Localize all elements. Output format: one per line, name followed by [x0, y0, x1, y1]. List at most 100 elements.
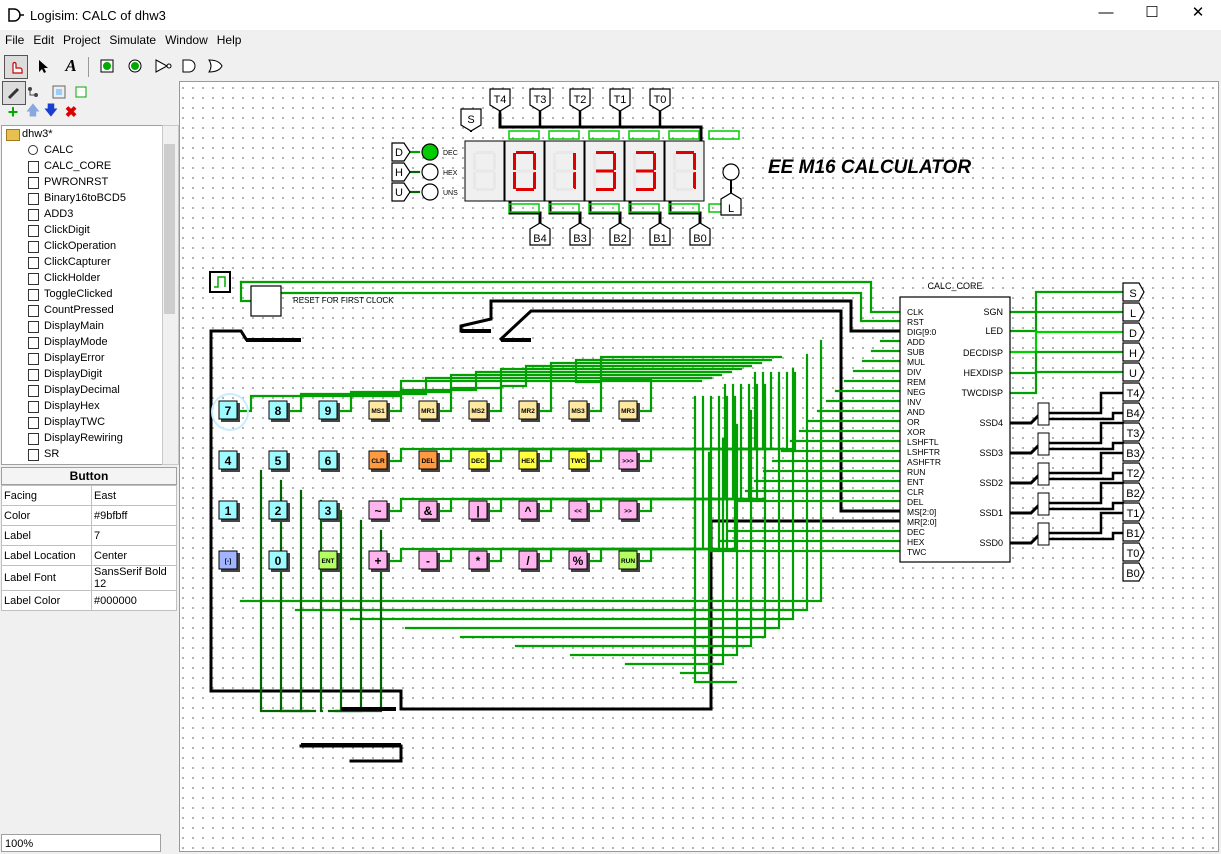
menu-simulate[interactable]: Simulate	[104, 31, 160, 47]
pwronrst-component	[250, 285, 282, 317]
edit-appearance-icon[interactable]	[70, 81, 92, 103]
clock-component[interactable]	[209, 271, 231, 293]
core-input-label: DIV	[907, 367, 922, 377]
tree-item-calc[interactable]: CALC	[2, 142, 163, 158]
tree-item-displaydigit[interactable]: DisplayDigit	[2, 366, 163, 382]
splitter	[501, 338, 531, 342]
pin-label: S	[467, 114, 474, 126]
segment	[636, 151, 654, 154]
pin-label: U	[395, 187, 403, 199]
tree-item-sr[interactable]: SR	[2, 446, 163, 462]
attributes-table: Facing East Color #9bfbff Label 7 Label Locati…	[1, 485, 177, 611]
seven-segment-display	[584, 140, 625, 202]
wire	[1009, 470, 1044, 485]
and-gate-icon[interactable]	[178, 55, 200, 77]
keypad-button-label: TWC	[571, 458, 586, 465]
tree-item-add3[interactable]: ADD3	[2, 206, 163, 222]
not-gate-icon[interactable]	[152, 55, 174, 77]
segment	[676, 188, 694, 191]
led-indicator	[722, 163, 740, 181]
tree-item-displaytwc[interactable]: DisplayTWC	[2, 414, 163, 430]
menu-edit[interactable]: Edit	[28, 31, 58, 47]
tree-item-clickoperation[interactable]: ClickOperation	[2, 238, 163, 254]
circuit-drawing[interactable]: EE M16 CALCULATOR RESET FOR FIRST CLOCK T4…	[180, 82, 1219, 852]
close-button[interactable]: ✕	[1175, 0, 1221, 28]
wire	[1009, 310, 1131, 333]
wire	[1009, 290, 1131, 314]
delete-circuit-icon[interactable]: ✖	[60, 101, 82, 123]
keypad-button-label: RUN	[621, 558, 635, 565]
wire-stub	[548, 130, 580, 140]
circuit-canvas[interactable]: EE M16 CALCULATOR RESET FOR FIRST CLOCK T4…	[179, 81, 1219, 852]
attribute-value[interactable]: #000000	[91, 590, 177, 611]
pin-label: S	[1129, 288, 1136, 300]
menu-project[interactable]: Project	[58, 31, 104, 47]
keypad-button-label: 8	[275, 404, 282, 418]
text-tool-icon[interactable]: A	[60, 55, 82, 77]
add-circuit-icon[interactable]: +	[2, 101, 24, 123]
core-output-label: SSD1	[979, 508, 1003, 518]
attribute-row[interactable]: Facing East	[1, 485, 177, 506]
core-output-label: SSD4	[979, 418, 1003, 428]
pin-label: T3	[1127, 428, 1140, 440]
output-pin-icon[interactable]	[124, 55, 146, 77]
segment	[676, 169, 694, 173]
menu-file[interactable]: File	[0, 31, 28, 47]
keypad-button-label: *	[476, 554, 481, 568]
attribute-value[interactable]: 7	[91, 525, 177, 546]
move-down-icon[interactable]: 🡇	[40, 101, 62, 123]
tree-item-displayrewiring[interactable]: DisplayRewiring	[2, 430, 163, 446]
tree-item-displaymain[interactable]: DisplayMain	[2, 318, 163, 334]
core-input-label: OR	[907, 417, 920, 427]
tree-item-clickcapturer[interactable]: ClickCapturer	[2, 254, 163, 270]
input-pin-icon[interactable]	[96, 55, 118, 77]
tree-scrollbar[interactable]	[162, 125, 179, 465]
tree-item-displaydecimal[interactable]: DisplayDecimal	[2, 382, 163, 398]
keypad-button-label: HEX	[521, 458, 535, 465]
attribute-value[interactable]: #9bfbff	[91, 505, 177, 526]
tree-item-displayerror[interactable]: DisplayError	[2, 350, 163, 366]
attribute-row[interactable]: Label Font SansSerif Bold 12	[1, 565, 177, 591]
maximize-button[interactable]: ☐	[1129, 0, 1175, 28]
keypad-button-label: MS2	[471, 408, 485, 415]
tree-item-clickdigit[interactable]: ClickDigit	[2, 222, 163, 238]
or-gate-icon[interactable]	[204, 55, 226, 77]
attribute-row[interactable]: Label Location Center	[1, 545, 177, 566]
tree-item-binary16tobcd5[interactable]: Binary16toBCD5	[2, 190, 163, 206]
tree-item-clickholder[interactable]: ClickHolder	[2, 270, 163, 286]
pin-label: B2	[1126, 488, 1139, 500]
tree-item-countpressed[interactable]: CountPressed	[2, 302, 163, 318]
minimize-button[interactable]: —	[1083, 0, 1129, 28]
circuit-icon	[28, 225, 39, 237]
segment	[473, 172, 476, 189]
menu-bar: File Edit Project Simulate Window Help	[0, 31, 1221, 51]
wire	[1009, 370, 1131, 395]
attribute-row[interactable]: Color #9bfbff	[1, 505, 177, 526]
circuit-title: EE M16 CALCULATOR	[768, 157, 971, 178]
attribute-row[interactable]: Label Color #000000	[1, 590, 177, 611]
poke-tool-icon[interactable]	[4, 55, 28, 79]
tree-item-calc_core[interactable]: CALC_CORE	[2, 158, 163, 174]
segment	[636, 169, 654, 173]
select-tool-icon[interactable]	[32, 55, 54, 77]
wire	[1009, 530, 1044, 545]
tree-item-displaymode[interactable]: DisplayMode	[2, 334, 163, 350]
attribute-value[interactable]: East	[91, 485, 177, 506]
attribute-row[interactable]: Label 7	[1, 525, 177, 546]
mode-led	[421, 183, 439, 201]
pin-label: B2	[613, 233, 626, 245]
menu-window[interactable]: Window	[160, 31, 212, 47]
keypad-button-label: DEL	[422, 458, 435, 465]
attribute-value[interactable]: SansSerif Bold 12	[91, 565, 177, 591]
menu-help[interactable]: Help	[212, 31, 246, 47]
keypad-button-label: 4	[225, 454, 232, 468]
zoom-select[interactable]: 100%	[1, 834, 161, 852]
tree-item-displayhex[interactable]: DisplayHex	[2, 398, 163, 414]
tree-item-toggleclicked[interactable]: ToggleClicked	[2, 286, 163, 302]
tree-root[interactable]: dhw3*	[2, 126, 163, 142]
core-output-label: DECDISP	[963, 348, 1003, 358]
tree-item-pwronrst[interactable]: PWRONRST	[2, 174, 163, 190]
pin-label: T2	[1127, 468, 1140, 480]
attribute-value[interactable]: Center	[91, 545, 177, 566]
circuit-icon	[28, 337, 39, 349]
